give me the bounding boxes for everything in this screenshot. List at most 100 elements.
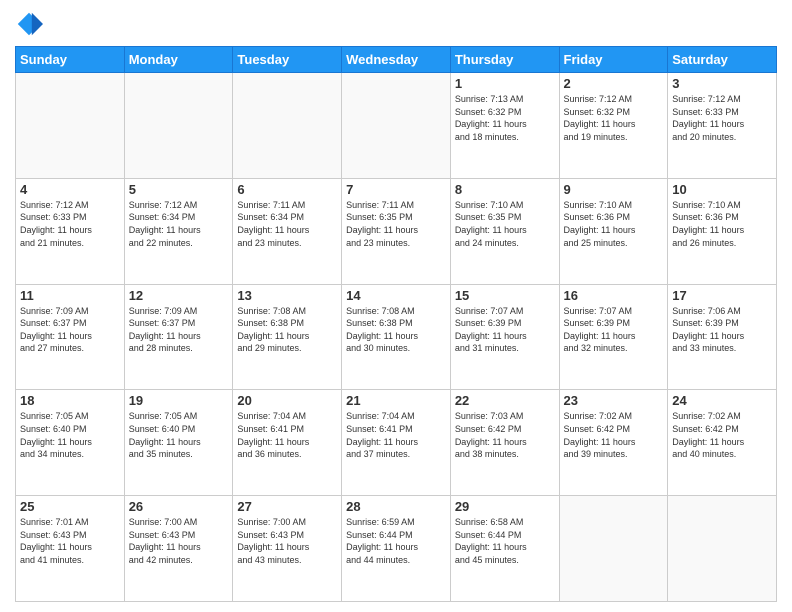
- day-info: Sunrise: 7:13 AM Sunset: 6:32 PM Dayligh…: [455, 93, 555, 143]
- calendar-empty-cell: [342, 73, 451, 179]
- header: [15, 10, 777, 38]
- calendar-week-row: 25 Sunrise: 7:01 AM Sunset: 6:43 PM Dayli…: [16, 496, 777, 602]
- weekday-header-saturday: Saturday: [668, 47, 777, 73]
- calendar-day-23: 23 Sunrise: 7:02 AM Sunset: 6:42 PM Dayli…: [559, 390, 668, 496]
- calendar-day-21: 21 Sunrise: 7:04 AM Sunset: 6:41 PM Dayli…: [342, 390, 451, 496]
- calendar-week-row: 1 Sunrise: 7:13 AM Sunset: 6:32 PM Daylig…: [16, 73, 777, 179]
- day-info: Sunrise: 7:11 AM Sunset: 6:34 PM Dayligh…: [237, 199, 337, 249]
- day-info: Sunrise: 7:06 AM Sunset: 6:39 PM Dayligh…: [672, 305, 772, 355]
- day-number: 12: [129, 288, 229, 303]
- calendar-day-9: 9Sunrise: 7:10 AM Sunset: 6:36 PM Daylig…: [559, 178, 668, 284]
- day-number: 10: [672, 182, 772, 197]
- calendar-day-15: 15 Sunrise: 7:07 AM Sunset: 6:39 PM Dayli…: [450, 284, 559, 390]
- calendar-day-25: 25 Sunrise: 7:01 AM Sunset: 6:43 PM Dayli…: [16, 496, 125, 602]
- day-info: Sunrise: 7:01 AM Sunset: 6:43 PM Dayligh…: [20, 516, 120, 566]
- day-number: 19: [129, 393, 229, 408]
- calendar-header-row: SundayMondayTuesdayWednesdayThursdayFrid…: [16, 47, 777, 73]
- calendar-day-27: 27 Sunrise: 7:00 AM Sunset: 6:43 PM Dayli…: [233, 496, 342, 602]
- day-info: Sunrise: 7:12 AM Sunset: 6:32 PM Dayligh…: [564, 93, 664, 143]
- day-number: 14: [346, 288, 446, 303]
- day-info: Sunrise: 7:10 AM Sunset: 6:35 PM Dayligh…: [455, 199, 555, 249]
- day-number: 27: [237, 499, 337, 514]
- calendar-day-8: 8 Sunrise: 7:10 AM Sunset: 6:35 PM Daylig…: [450, 178, 559, 284]
- calendar-day-14: 14 Sunrise: 7:08 AM Sunset: 6:38 PM Dayli…: [342, 284, 451, 390]
- calendar-day-22: 22Sunrise: 7:03 AM Sunset: 6:42 PM Dayli…: [450, 390, 559, 496]
- logo-icon: [15, 10, 43, 38]
- calendar-day-3: 3Sunrise: 7:12 AM Sunset: 6:33 PM Daylig…: [668, 73, 777, 179]
- calendar-day-28: 28 Sunrise: 6:59 AM Sunset: 6:44 PM Dayli…: [342, 496, 451, 602]
- day-info: Sunrise: 7:00 AM Sunset: 6:43 PM Dayligh…: [237, 516, 337, 566]
- day-info: Sunrise: 7:10 AM Sunset: 6:36 PM Dayligh…: [672, 199, 772, 249]
- weekday-header-monday: Monday: [124, 47, 233, 73]
- day-number: 11: [20, 288, 120, 303]
- weekday-header-sunday: Sunday: [16, 47, 125, 73]
- calendar-empty-cell: [233, 73, 342, 179]
- day-number: 8: [455, 182, 555, 197]
- day-info: Sunrise: 7:02 AM Sunset: 6:42 PM Dayligh…: [564, 410, 664, 460]
- day-info: Sunrise: 6:59 AM Sunset: 6:44 PM Dayligh…: [346, 516, 446, 566]
- calendar-day-18: 18Sunrise: 7:05 AM Sunset: 6:40 PM Dayli…: [16, 390, 125, 496]
- day-number: 4: [20, 182, 120, 197]
- day-number: 29: [455, 499, 555, 514]
- day-info: Sunrise: 7:12 AM Sunset: 6:33 PM Dayligh…: [20, 199, 120, 249]
- calendar-empty-cell: [668, 496, 777, 602]
- calendar-day-20: 20Sunrise: 7:04 AM Sunset: 6:41 PM Dayli…: [233, 390, 342, 496]
- calendar-day-29: 29Sunrise: 6:58 AM Sunset: 6:44 PM Dayli…: [450, 496, 559, 602]
- day-info: Sunrise: 7:05 AM Sunset: 6:40 PM Dayligh…: [129, 410, 229, 460]
- day-info: Sunrise: 7:12 AM Sunset: 6:34 PM Dayligh…: [129, 199, 229, 249]
- calendar-table: SundayMondayTuesdayWednesdayThursdayFrid…: [15, 46, 777, 602]
- calendar-day-11: 11 Sunrise: 7:09 AM Sunset: 6:37 PM Dayli…: [16, 284, 125, 390]
- day-number: 2: [564, 76, 664, 91]
- day-info: Sunrise: 7:09 AM Sunset: 6:37 PM Dayligh…: [129, 305, 229, 355]
- day-number: 13: [237, 288, 337, 303]
- weekday-header-wednesday: Wednesday: [342, 47, 451, 73]
- weekday-header-thursday: Thursday: [450, 47, 559, 73]
- day-info: Sunrise: 7:02 AM Sunset: 6:42 PM Dayligh…: [672, 410, 772, 460]
- day-number: 6: [237, 182, 337, 197]
- calendar-week-row: 18Sunrise: 7:05 AM Sunset: 6:40 PM Dayli…: [16, 390, 777, 496]
- day-info: Sunrise: 7:07 AM Sunset: 6:39 PM Dayligh…: [455, 305, 555, 355]
- day-info: Sunrise: 7:11 AM Sunset: 6:35 PM Dayligh…: [346, 199, 446, 249]
- day-number: 5: [129, 182, 229, 197]
- calendar-day-13: 13 Sunrise: 7:08 AM Sunset: 6:38 PM Dayli…: [233, 284, 342, 390]
- day-number: 28: [346, 499, 446, 514]
- calendar-week-row: 4 Sunrise: 7:12 AM Sunset: 6:33 PM Daylig…: [16, 178, 777, 284]
- calendar-day-26: 26 Sunrise: 7:00 AM Sunset: 6:43 PM Dayli…: [124, 496, 233, 602]
- day-number: 17: [672, 288, 772, 303]
- day-number: 23: [564, 393, 664, 408]
- day-info: Sunrise: 7:04 AM Sunset: 6:41 PM Dayligh…: [237, 410, 337, 460]
- calendar-day-4: 4 Sunrise: 7:12 AM Sunset: 6:33 PM Daylig…: [16, 178, 125, 284]
- calendar-day-17: 17 Sunrise: 7:06 AM Sunset: 6:39 PM Dayli…: [668, 284, 777, 390]
- calendar-day-1: 1 Sunrise: 7:13 AM Sunset: 6:32 PM Daylig…: [450, 73, 559, 179]
- day-number: 9: [564, 182, 664, 197]
- day-number: 25: [20, 499, 120, 514]
- calendar-empty-cell: [559, 496, 668, 602]
- day-number: 16: [564, 288, 664, 303]
- day-number: 3: [672, 76, 772, 91]
- calendar-day-16: 16Sunrise: 7:07 AM Sunset: 6:39 PM Dayli…: [559, 284, 668, 390]
- calendar-day-10: 10 Sunrise: 7:10 AM Sunset: 6:36 PM Dayli…: [668, 178, 777, 284]
- calendar-day-12: 12 Sunrise: 7:09 AM Sunset: 6:37 PM Dayli…: [124, 284, 233, 390]
- calendar-day-7: 7 Sunrise: 7:11 AM Sunset: 6:35 PM Daylig…: [342, 178, 451, 284]
- day-number: 21: [346, 393, 446, 408]
- day-info: Sunrise: 7:04 AM Sunset: 6:41 PM Dayligh…: [346, 410, 446, 460]
- calendar-day-24: 24Sunrise: 7:02 AM Sunset: 6:42 PM Dayli…: [668, 390, 777, 496]
- day-info: Sunrise: 7:05 AM Sunset: 6:40 PM Dayligh…: [20, 410, 120, 460]
- day-info: Sunrise: 7:08 AM Sunset: 6:38 PM Dayligh…: [237, 305, 337, 355]
- calendar-empty-cell: [16, 73, 125, 179]
- day-number: 26: [129, 499, 229, 514]
- weekday-header-friday: Friday: [559, 47, 668, 73]
- calendar-day-2: 2 Sunrise: 7:12 AM Sunset: 6:32 PM Daylig…: [559, 73, 668, 179]
- day-number: 7: [346, 182, 446, 197]
- day-info: Sunrise: 7:00 AM Sunset: 6:43 PM Dayligh…: [129, 516, 229, 566]
- day-number: 15: [455, 288, 555, 303]
- day-number: 22: [455, 393, 555, 408]
- day-info: Sunrise: 7:08 AM Sunset: 6:38 PM Dayligh…: [346, 305, 446, 355]
- day-number: 1: [455, 76, 555, 91]
- calendar-week-row: 11 Sunrise: 7:09 AM Sunset: 6:37 PM Dayli…: [16, 284, 777, 390]
- page: SundayMondayTuesdayWednesdayThursdayFrid…: [0, 0, 792, 612]
- weekday-header-tuesday: Tuesday: [233, 47, 342, 73]
- calendar-day-5: 5 Sunrise: 7:12 AM Sunset: 6:34 PM Daylig…: [124, 178, 233, 284]
- calendar-empty-cell: [124, 73, 233, 179]
- day-info: Sunrise: 7:09 AM Sunset: 6:37 PM Dayligh…: [20, 305, 120, 355]
